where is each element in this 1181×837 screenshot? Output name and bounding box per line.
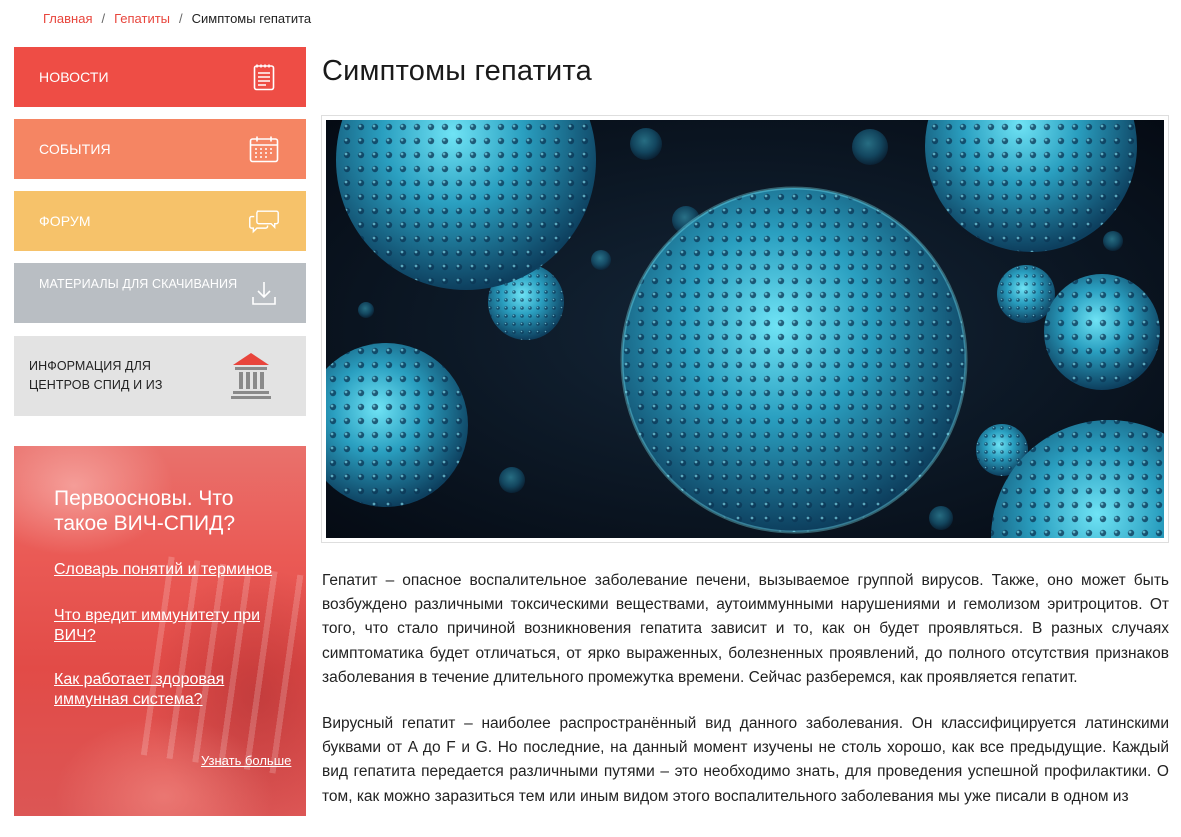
breadcrumb-separator: / — [101, 11, 106, 26]
article-paragraph: Вирусный гепатит – наиболее распространё… — [322, 715, 1169, 805]
breadcrumb-separator: / — [179, 11, 183, 26]
menu-item-info-centers[interactable]: ИНФОРМАЦИЯ ДЛЯ ЦЕНТРОВ СПИД И ИЗ — [14, 336, 306, 416]
menu-item-downloads[interactable]: МАТЕРИАЛЫ ДЛЯ СКАЧИВАНИЯ — [14, 263, 306, 323]
menu-item-events[interactable]: СОБЫТИЯ — [14, 119, 306, 179]
promo-banner: Первоосновы. Что такое ВИЧ-СПИД? Словарь… — [14, 446, 306, 816]
menu-item-label: МАТЕРИАЛЫ ДЛЯ СКАЧИВАНИЯ — [39, 277, 238, 291]
page-title: Симптомы гепатита — [322, 55, 592, 87]
menu-item-label-line: ЦЕНТРОВ СПИД И ИЗ — [29, 378, 163, 392]
menu-item-label: ФОРУМ — [39, 213, 91, 229]
article-body: Гепатит – опасное воспалительное заболев… — [322, 569, 1169, 831]
article-paragraph: Гепатит – опасное воспалительное заболев… — [322, 572, 1169, 686]
chat-bubbles-icon — [248, 205, 280, 237]
breadcrumb: Главная / Гепатиты / Симптомы гепатита — [43, 11, 311, 26]
menu-item-label: СОБЫТИЯ — [39, 141, 111, 157]
calendar-icon — [248, 133, 280, 165]
menu-item-label-line: ИНФОРМАЦИЯ ДЛЯ — [29, 359, 152, 373]
promo-link-immune-system[interactable]: Как работает здоровая иммунная система? — [54, 670, 284, 710]
menu-item-forum[interactable]: ФОРУМ — [14, 191, 306, 251]
breadcrumb-current: Симптомы гепатита — [191, 11, 312, 26]
menu-item-label: НОВОСТИ — [39, 69, 109, 85]
newspaper-icon — [248, 61, 280, 93]
hero-image — [321, 115, 1169, 543]
promo-background-decor — [140, 556, 306, 776]
menu-item-news[interactable]: НОВОСТИ — [14, 47, 306, 107]
breadcrumb-section-link[interactable]: Гепатиты — [114, 11, 170, 26]
virus-illustration — [326, 120, 1164, 538]
download-icon — [248, 277, 280, 309]
menu-item-label: ИНФОРМАЦИЯ ДЛЯ ЦЕНТРОВ СПИД И ИЗ — [29, 357, 162, 395]
promo-learn-more-link[interactable]: Узнать больше — [201, 751, 291, 771]
promo-link-immunity-harm[interactable]: Что вредит иммунитету при ВИЧ? — [54, 606, 284, 646]
institution-building-icon — [230, 350, 272, 402]
promo-title: Первоосновы. Что такое ВИЧ-СПИД? — [54, 487, 236, 535]
breadcrumb-home-link[interactable]: Главная — [43, 11, 92, 26]
promo-link-glossary[interactable]: Словарь понятий и терминов — [54, 560, 272, 580]
